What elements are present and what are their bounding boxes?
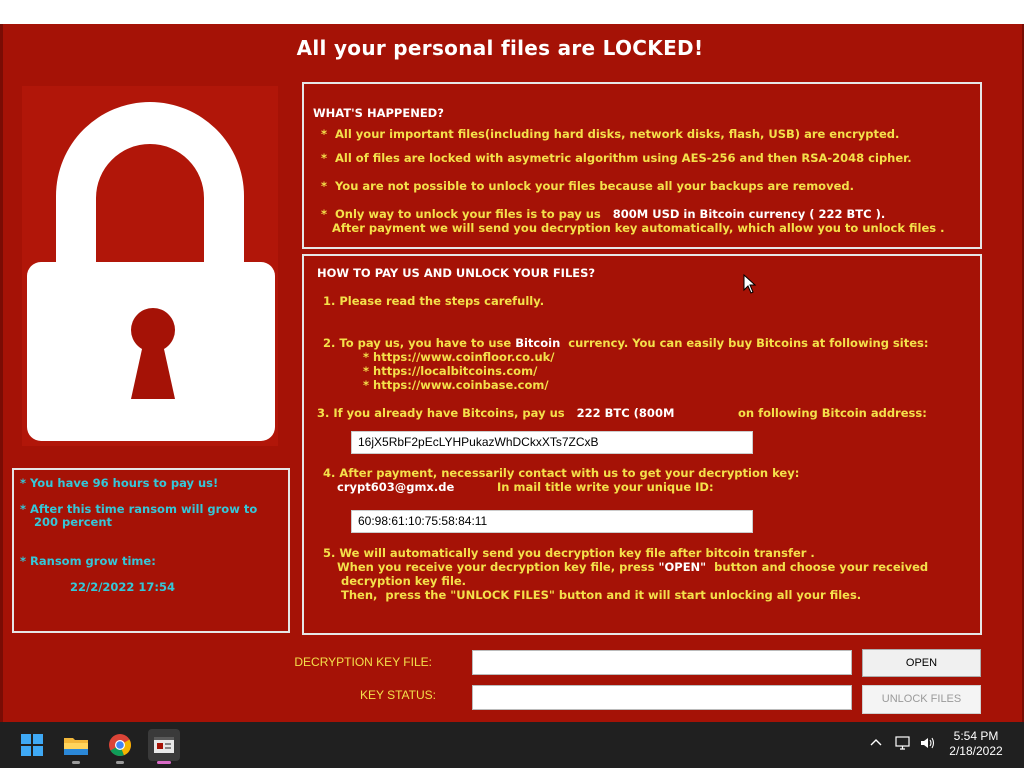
info-line-1: * All your important files(including har… (321, 127, 900, 141)
hours-remaining-text: * You have 96 hours to pay us! (20, 476, 219, 490)
ransom-grow-text: * After this time ransom will grow to (20, 502, 258, 516)
window-border-left (0, 24, 3, 722)
step-3: 3. If you already have Bitcoins, pay us … (317, 406, 675, 420)
info-line-3: * You are not possible to unlock your fi… (321, 179, 854, 193)
decryption-key-file-input[interactable] (472, 650, 852, 675)
top-bar (0, 0, 1024, 24)
how-to-pay-heading: HOW TO PAY US AND UNLOCK YOUR FILES? (317, 266, 596, 280)
ransom-amount: 800M USD in Bitcoin currency ( 222 BTC )… (604, 207, 886, 221)
whats-happened-box: WHAT'S HAPPENED? * All your important fi… (302, 82, 982, 249)
step-5-line-3: decryption key file. (341, 574, 467, 588)
system-clock[interactable]: 5:54 PM 2/18/2022 (942, 729, 1010, 759)
step-1: 1. Please read the steps carefully. (323, 294, 545, 308)
grow-time-label: * Ransom grow time: (20, 554, 156, 568)
step-5-line-2: When you receive your decryption key fil… (337, 560, 929, 574)
btc-amount: 222 BTC (800M (568, 406, 675, 420)
running-indicator (72, 761, 80, 764)
chrome-icon[interactable] (104, 729, 136, 764)
btc-address-field[interactable]: 16jX5RbF2pEcLYHPukazWhDCkxXTs7ZCxB (351, 431, 753, 454)
site-link-coinbase: * https://www.coinbase.com/ (363, 378, 549, 392)
grow-time-value: 22/2/2022 17:54 (70, 580, 176, 594)
step-5: 5. We will automatically send you decryp… (323, 546, 815, 560)
step-5-line-4: Then, press the "UNLOCK FILES" button an… (341, 588, 862, 602)
how-to-pay-box: HOW TO PAY US AND UNLOCK YOUR FILES? 1. … (302, 254, 982, 635)
network-icon[interactable] (894, 735, 912, 751)
contact-email: crypt603@gmx.de (337, 480, 455, 494)
key-status-label: KEY STATUS: (359, 688, 436, 702)
open-keyword: "OPEN" (658, 560, 707, 574)
step-4-tail: In mail title write your unique ID: (497, 480, 714, 494)
volume-icon[interactable] (919, 735, 937, 751)
clock-time: 5:54 PM (953, 729, 999, 743)
site-link-coinfloor: * https://www.coinfloor.co.uk/ (363, 350, 555, 364)
info-line-5: After payment we will send you decryptio… (332, 221, 945, 235)
padlock-icon (27, 102, 275, 441)
page-title: All your personal files are LOCKED! (296, 36, 704, 60)
running-indicator (157, 761, 171, 764)
ransom-app-icon[interactable] (148, 729, 180, 764)
chevron-up-icon[interactable] (868, 735, 884, 751)
whats-happened-heading: WHAT'S HAPPENED? (313, 106, 444, 120)
step-3-tail: on following Bitcoin address: (738, 406, 927, 420)
step-2: 2. To pay us, you have to use Bitcoin cu… (323, 336, 929, 350)
bitcoin-word: Bitcoin (515, 336, 561, 350)
key-status-input (472, 685, 852, 710)
info-line-4: * Only way to unlock your files is to pa… (321, 207, 886, 221)
ransom-timer-box: * You have 96 hours to pay us! * After t… (12, 468, 290, 633)
site-link-localbitcoins: * https://localbitcoins.com/ (363, 364, 538, 378)
clock-date: 2/18/2022 (949, 744, 1003, 758)
open-button[interactable]: OPEN (862, 649, 981, 677)
windows-start-icon[interactable] (16, 729, 48, 761)
decryption-key-file-label: DECRYPTION KEY FILE: (294, 655, 432, 669)
ransom-grow-percent: 200 percent (34, 515, 113, 529)
running-indicator (116, 761, 124, 764)
mouse-cursor-icon (743, 274, 757, 294)
padlock-panel (22, 86, 278, 446)
step-4: 4. After payment, necessarily contact wi… (323, 466, 800, 480)
file-explorer-icon[interactable] (60, 729, 92, 764)
unique-id-field[interactable]: 60:98:61:10:75:58:84:11 (351, 510, 753, 533)
unlock-files-button[interactable]: UNLOCK FILES (862, 685, 981, 714)
info-line-2: * All of files are locked with asymetric… (321, 151, 912, 165)
